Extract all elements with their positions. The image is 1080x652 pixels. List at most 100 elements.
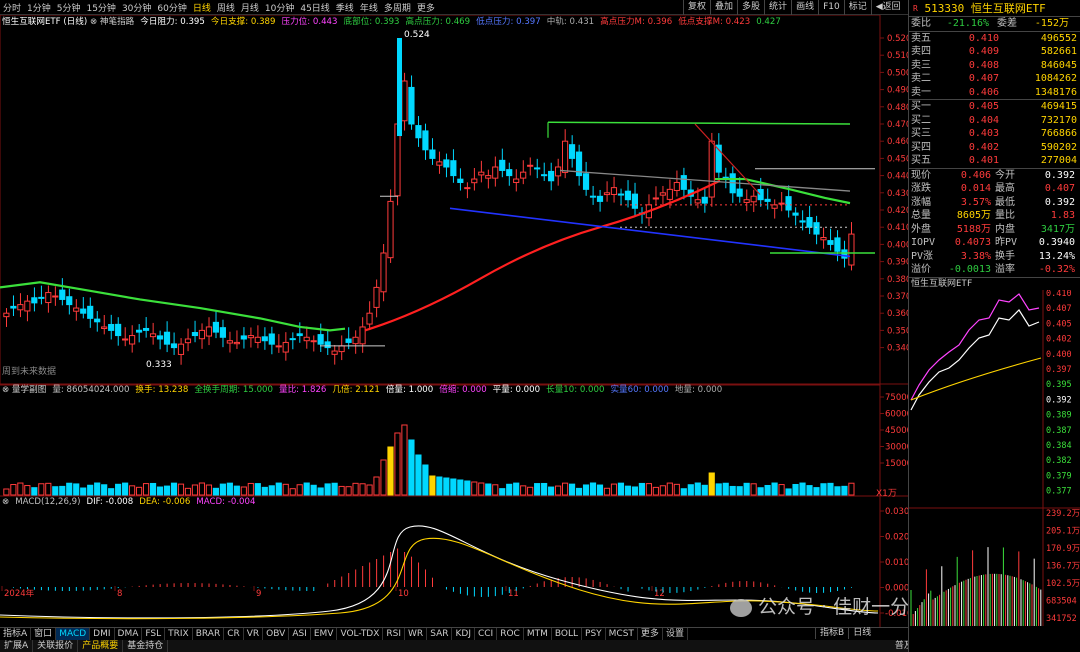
stat-row: 涨跌 0.014 最高 0.407 <box>911 183 1075 194</box>
candle-body <box>289 338 296 341</box>
book-row[interactable]: 买一 0.405 469415 <box>909 100 1080 114</box>
indicator-tab-22[interactable]: PSY <box>582 628 606 640</box>
candle-body <box>142 327 150 331</box>
book-row[interactable]: 买五 0.401 277004 <box>909 154 1080 168</box>
book-row[interactable]: 买四 0.402 590202 <box>909 141 1080 155</box>
indicator-tab-11[interactable]: ASI <box>289 628 311 640</box>
candle-body <box>177 343 185 355</box>
book-row[interactable]: 卖五 0.410 496552 <box>909 32 1080 46</box>
volume-bar <box>17 482 24 496</box>
volume-bar <box>813 487 820 496</box>
candle-body <box>149 333 157 338</box>
timeframe-10[interactable]: 45日线 <box>297 1 332 14</box>
indicator-tab-14[interactable]: RSI <box>383 628 406 640</box>
mini-axis-label: 0.407 <box>1046 304 1072 314</box>
timeframe-14[interactable]: 更多 <box>414 1 438 14</box>
toolbar-button-1[interactable]: 叠加 <box>710 0 737 15</box>
stat-row: 涨幅 3.57% 最低 0.392 <box>911 196 1075 208</box>
candles-group <box>3 72 855 365</box>
indicator-tab-8[interactable]: CR <box>224 628 244 640</box>
candle-body <box>820 237 827 241</box>
toolbar-button-0[interactable]: 复权 <box>683 0 710 15</box>
main-chart[interactable]: 0.520 0.510 0.500 0.490 0.480 0.470 0.460 0.450… <box>0 15 908 627</box>
indicator-tab-right-0[interactable]: 指标B <box>815 627 848 639</box>
mini-axis-label: 0.397 <box>1046 365 1072 375</box>
toolbar-button-3[interactable]: 统计 <box>764 0 791 15</box>
book-row[interactable]: 买三 0.403 766866 <box>909 127 1080 141</box>
indicator-tab-3[interactable]: DMI <box>90 628 115 640</box>
timeframe-11[interactable]: 季线 <box>333 1 357 14</box>
indicator-tab-12[interactable]: EMV <box>311 628 338 640</box>
volume-bar <box>212 487 219 496</box>
timeframe-3[interactable]: 15分钟 <box>83 1 118 14</box>
toolbar-button-6[interactable]: 标记 <box>843 0 871 15</box>
timeframe-13[interactable]: 多周期 <box>381 1 414 14</box>
timeframe-12[interactable]: 年线 <box>357 1 381 14</box>
book-row[interactable]: 买二 0.404 732170 <box>909 114 1080 128</box>
indicator-tab-5[interactable]: FSL <box>142 628 166 640</box>
volume-bar <box>722 482 729 496</box>
extension-tab-3[interactable]: 基金持仓 <box>123 640 169 652</box>
volume-bars-group <box>3 424 855 496</box>
timeframe-5[interactable]: 60分钟 <box>154 1 189 14</box>
book-row[interactable]: 卖四 0.409 582661 <box>909 45 1080 59</box>
candle-body <box>135 329 143 333</box>
toolbar-button-2[interactable]: 多股 <box>737 0 764 15</box>
indicator-tab-10[interactable]: OBV <box>263 628 290 640</box>
extension-tab-0[interactable]: 扩展A <box>0 640 34 652</box>
volume-bar <box>3 488 10 496</box>
indicator-tab-21[interactable]: BOLL <box>552 628 583 640</box>
candle-body <box>170 343 178 349</box>
timeframe-6[interactable]: 日线 <box>190 1 214 14</box>
toolbar-button-7[interactable]: ◀返回 <box>870 0 905 15</box>
indicator-tab-17[interactable]: KDJ <box>452 628 475 640</box>
candle-body <box>191 332 199 337</box>
indicator-tab-25[interactable]: 设置 <box>663 628 688 640</box>
indicator-tab-1[interactable]: 窗口 <box>31 628 57 640</box>
timeframe-0[interactable]: 分时 <box>0 1 24 14</box>
timeframe-9[interactable]: 10分钟 <box>262 1 297 14</box>
indicator-tab-20[interactable]: MTM <box>524 628 552 640</box>
extension-tab-2[interactable]: 产品概要 <box>78 640 124 652</box>
indicator-tab-16[interactable]: SAR <box>427 628 453 640</box>
book-row[interactable]: 卖二 0.407 1084262 <box>909 72 1080 86</box>
mini-chart-title: 恒生互联网ETF <box>911 278 973 289</box>
vol-line-item-2: 全换手周期: 15.000 <box>194 385 273 395</box>
indicator-tab-23[interactable]: MCST <box>606 628 638 640</box>
candle-body <box>296 333 303 337</box>
indicator-tab-6[interactable]: TRIX <box>165 628 193 640</box>
timeframe-8[interactable]: 月线 <box>238 1 262 14</box>
indicator-tab-15[interactable]: WR <box>405 628 428 640</box>
timeframe-4[interactable]: 30分钟 <box>119 1 154 14</box>
indicator-tab-13[interactable]: VOL-TDX <box>337 628 384 640</box>
toolbar-button-5[interactable]: F10 <box>818 0 844 15</box>
timeframe-1[interactable]: 1分钟 <box>24 1 54 14</box>
date-label: 10 <box>398 589 409 599</box>
indicator-tab-right-1[interactable]: 日线 <box>848 627 875 639</box>
indicator-tab-2[interactable]: MACD <box>56 628 91 640</box>
timeframe-7[interactable]: 周线 <box>214 1 238 14</box>
book-row[interactable]: 卖一 0.406 1348176 <box>909 86 1080 100</box>
toolbar-button-4[interactable]: 画线 <box>791 0 818 15</box>
candle-body <box>806 216 813 228</box>
indicator-tab-4[interactable]: DMA <box>115 628 143 640</box>
candle-body <box>205 326 213 337</box>
indicator-tab-7[interactable]: BRAR <box>193 628 225 640</box>
timeframe-2[interactable]: 5分钟 <box>54 1 84 14</box>
volume-bar <box>778 484 785 496</box>
mini-price-line <box>910 308 1040 410</box>
security-code: 513330 <box>924 2 965 15</box>
mini-intraday-chart[interactable]: 0.410 0.407 0.405 0.402 0.400 0.397 0.395 0.392… <box>909 289 1080 626</box>
extension-tab-1[interactable]: 关联报价 <box>33 640 79 652</box>
indicator-tab-18[interactable]: CCI <box>475 628 498 640</box>
price-axis-label: 0.480 <box>887 103 908 113</box>
indicator-tab-19[interactable]: ROC <box>497 628 524 640</box>
volume-bar <box>436 476 443 496</box>
volume-bar <box>541 482 548 496</box>
volume-bar <box>659 485 666 496</box>
volume-bar <box>610 483 618 496</box>
indicator-tab-9[interactable]: VR <box>244 628 264 640</box>
indicator-tab-0[interactable]: 指标A <box>0 628 32 640</box>
book-row[interactable]: 卖三 0.408 846045 <box>909 59 1080 73</box>
indicator-tab-24[interactable]: 更多 <box>638 628 663 640</box>
